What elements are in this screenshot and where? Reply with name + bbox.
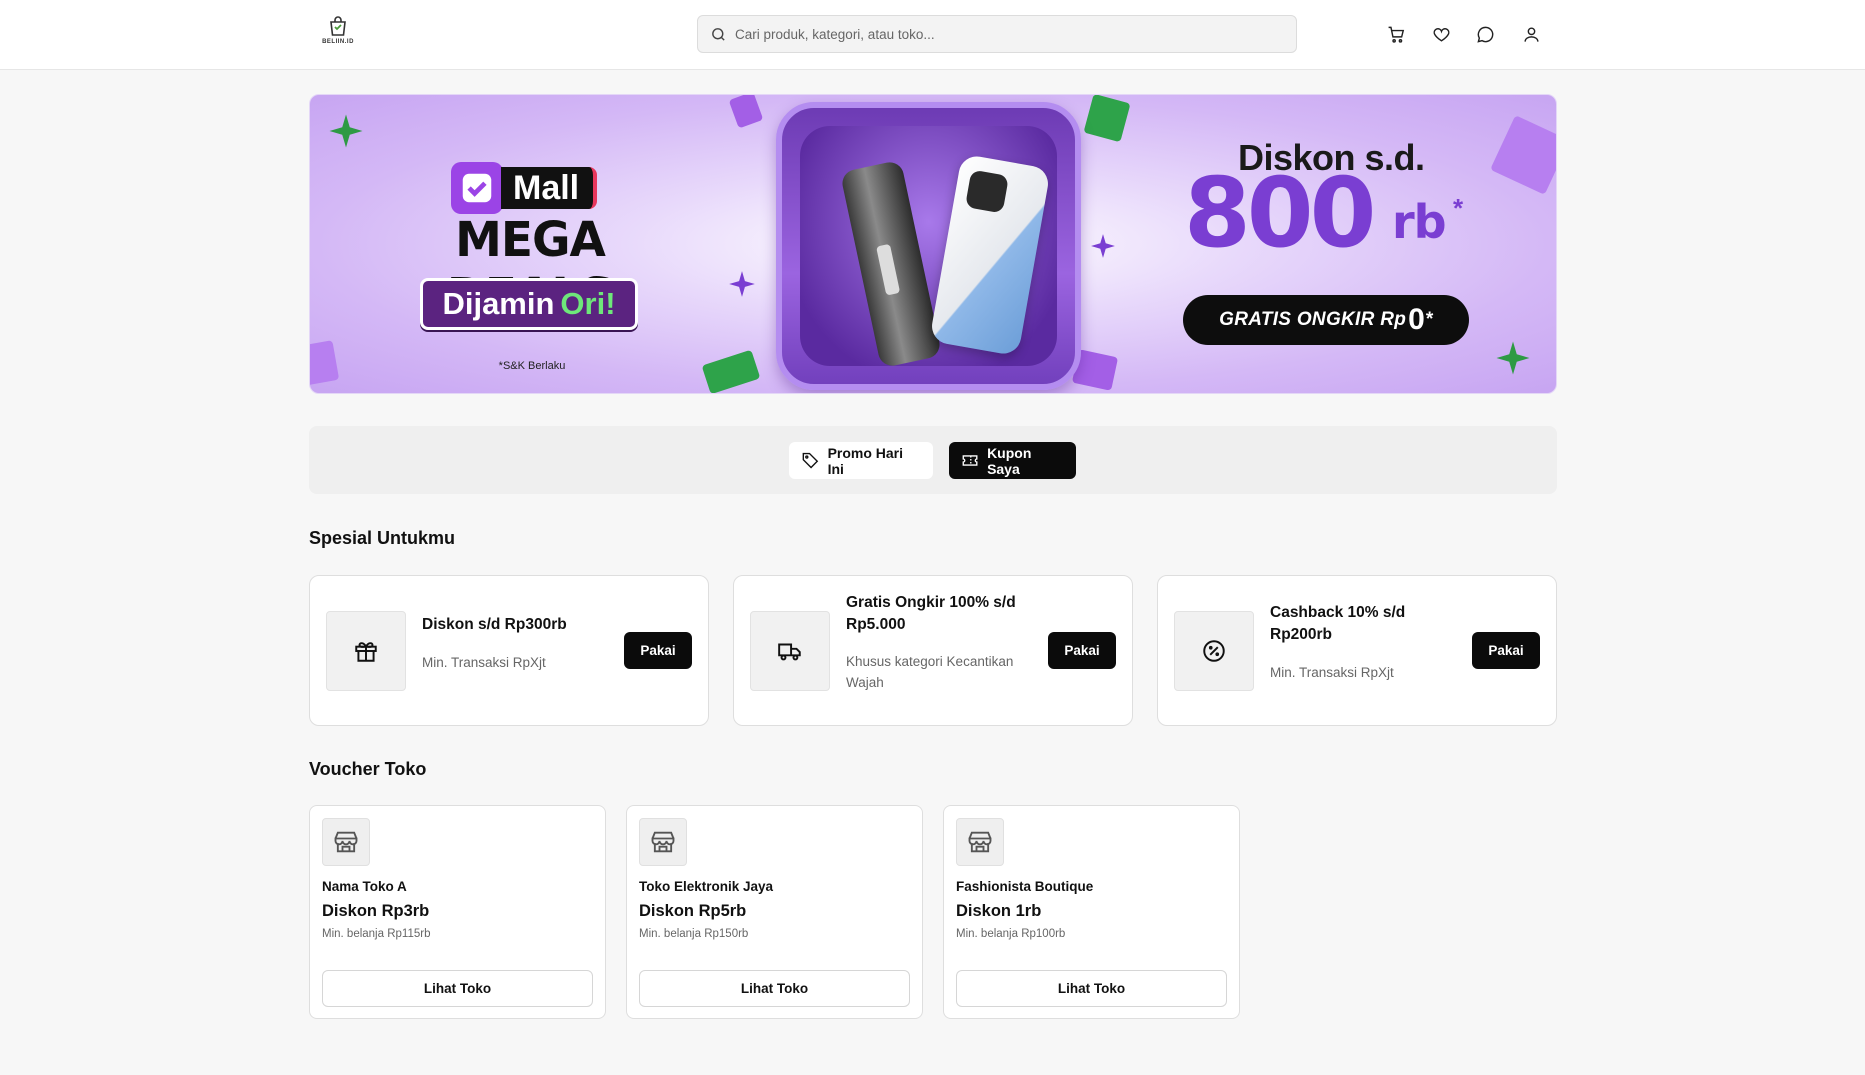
check-icon: [451, 162, 503, 214]
voucher-subtitle: Min. Transaksi RpXjt: [422, 655, 546, 670]
voucher-subtitle: Min. Transaksi RpXjt: [1270, 665, 1394, 680]
truck-icon: [778, 643, 801, 661]
wishlist-button[interactable]: [1430, 23, 1452, 45]
view-store-button[interactable]: Lihat Toko: [639, 970, 910, 1007]
top-header: BELIIN.ID: [0, 0, 1865, 70]
store-voucher-card: Toko Elektronik Jaya Diskon Rp5rb Min. b…: [626, 805, 923, 1019]
store-voucher-card: Fashionista Boutique Diskon 1rb Min. bel…: [943, 805, 1240, 1019]
store-discount: Diskon 1rb: [956, 902, 1042, 920]
ori-badge-suffix: Ori!: [560, 286, 616, 321]
terms-text: *S&K Berlaku: [498, 360, 566, 372]
voucher-title: Gratis Ongkir 100% s/d Rp5.000: [846, 594, 1016, 633]
view-store-button[interactable]: Lihat Toko: [322, 970, 593, 1007]
shipping-zero: 0: [1408, 303, 1426, 336]
view-store-button[interactable]: Lihat Toko: [956, 970, 1227, 1007]
store-name: Toko Elektronik Jaya: [639, 879, 774, 894]
ori-badge: Dijamin Ori!: [420, 278, 638, 330]
shopping-bag-logo-icon: [330, 16, 346, 36]
discount-tag-icon: [701, 349, 761, 393]
green-sparkle-icon: [329, 114, 363, 148]
percent-icon: [1203, 640, 1225, 662]
decorative-shape: [310, 340, 340, 386]
smartphone-image: [929, 153, 1051, 357]
special-voucher-card: Gratis Ongkir 100% s/d Rp5.000 Khusus ka…: [733, 575, 1133, 726]
search-input[interactable]: [735, 26, 1255, 42]
shipping-text: GRATIS ONGKIR Rp: [1219, 309, 1407, 330]
store-icon: [334, 831, 358, 853]
tab-label: Kupon Saya: [987, 444, 1032, 477]
user-icon: [1523, 26, 1539, 42]
cart-button[interactable]: [1385, 23, 1407, 45]
section-title-store-vouchers: Voucher Toko: [309, 759, 427, 779]
coupon-tabs: Promo Hari Ini Kupon Saya: [309, 426, 1557, 494]
green-sparkle-icon: [1496, 341, 1530, 375]
purple-sparkle-icon: [729, 271, 755, 297]
camera-module: [964, 169, 1009, 214]
store-min-purchase: Min. belanja Rp100rb: [956, 928, 1066, 940]
ticket-icon: [962, 455, 978, 466]
chat-icon: [1476, 26, 1493, 43]
logo-text: BELIIN.ID: [322, 39, 354, 45]
section-title-special: Spesial Untukmu: [309, 528, 456, 548]
use-voucher-button[interactable]: Pakai: [1048, 632, 1116, 669]
use-voucher-button[interactable]: Pakai: [624, 632, 692, 669]
discount-unit: rb: [1392, 195, 1447, 249]
profile-button[interactable]: [1520, 23, 1542, 45]
special-voucher-card: Diskon s/d Rp300rb Min. Transaksi RpXjt …: [309, 575, 709, 726]
discount-tag-icon: [1083, 95, 1131, 143]
tab-label: Promo Hari Ini: [827, 444, 904, 477]
use-voucher-button[interactable]: Pakai: [1472, 632, 1540, 669]
voucher-title: Diskon s/d Rp300rb: [422, 616, 567, 633]
decorative-shape: [1490, 115, 1556, 195]
heart-icon: [1432, 27, 1450, 42]
free-shipping-pill: GRATIS ONGKIR Rp 0 *: [1183, 295, 1469, 345]
store-discount: Diskon Rp3rb: [322, 902, 430, 920]
mall-label: Mall: [501, 167, 598, 209]
chat-button[interactable]: [1474, 23, 1496, 45]
store-discount: Diskon Rp5rb: [639, 902, 747, 920]
discount-asterisk: *: [1453, 193, 1464, 223]
discount-tag-icon: [728, 95, 764, 129]
search-icon: [712, 27, 725, 41]
search-bar[interactable]: [697, 15, 1297, 53]
store-voucher-card: Nama Toko A Diskon Rp3rb Min. belanja Rp…: [309, 805, 606, 1019]
voucher-title: Cashback 10% s/d Rp200rb: [1270, 604, 1406, 643]
tag-icon: [802, 452, 819, 469]
store-icon: [651, 831, 675, 853]
tab-kupon-saya[interactable]: Kupon Saya: [949, 442, 1076, 479]
discount-amount: 800: [1184, 157, 1376, 269]
cart-icon: [1388, 26, 1404, 43]
store-min-purchase: Min. belanja Rp150rb: [639, 928, 749, 940]
smart-lock-image: [839, 159, 943, 369]
promo-banner[interactable]: Mall MEGA DEALS Dijamin Ori! *S&K Berlak…: [309, 94, 1557, 394]
ori-badge-prefix: Dijamin: [442, 286, 555, 321]
mall-badge: Mall: [451, 162, 598, 214]
purple-sparkle-icon: [1091, 234, 1115, 258]
special-voucher-card: Cashback 10% s/d Rp200rb Min. Transaksi …: [1157, 575, 1557, 726]
store-name: Fashionista Boutique: [956, 879, 1094, 894]
store-name: Nama Toko A: [322, 879, 407, 894]
store-icon: [968, 831, 992, 853]
voucher-subtitle: Khusus kategori Kecantikan Wajah: [846, 654, 1014, 690]
logo[interactable]: BELIIN.ID: [318, 14, 358, 54]
shipping-asterisk: *: [1425, 309, 1433, 330]
gift-icon: [355, 642, 377, 662]
tab-promo-hari-ini[interactable]: Promo Hari Ini: [789, 442, 933, 479]
store-min-purchase: Min. belanja Rp115rb: [322, 928, 431, 940]
product-showcase: [776, 102, 1081, 390]
